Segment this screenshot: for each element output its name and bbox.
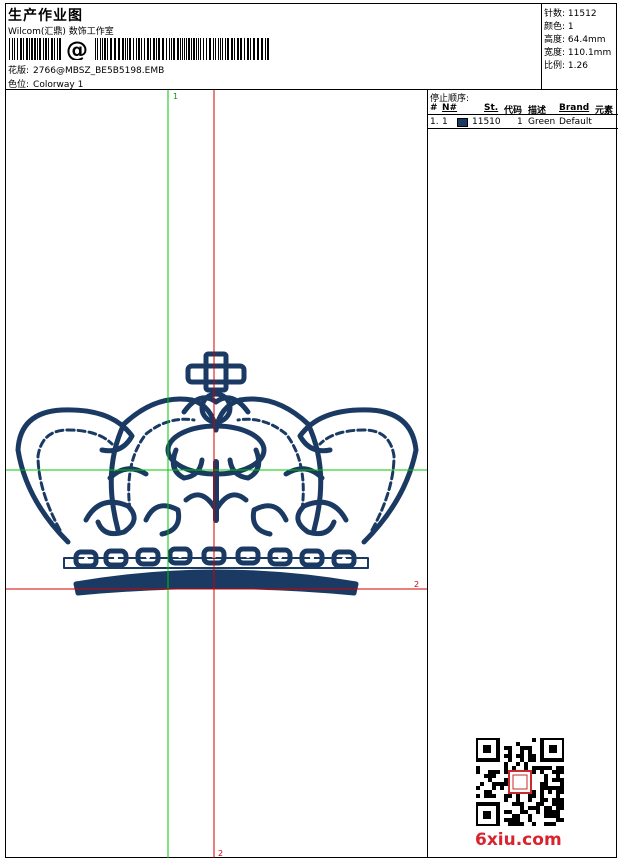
thread-swatch [457,118,468,127]
crown-embroidery: 1 2 2 [6,90,427,858]
stat-stitches: 针数: 11512 [544,9,597,19]
header: 生产作业图 Wilcom(汇鼎) 数饰工作室 @ 花版: 2766@MBSZ_BE… [6,4,618,90]
col-element: 元素 [595,106,614,116]
stat-ratio: 比例: 1.26 [544,61,588,71]
colorway-label: 色位: [8,80,30,90]
col-description: 描述 [528,106,547,116]
stop-table-header: # N# St. 代码 描述 Brand 元素 [428,102,618,116]
stat-height: 高度: 64.4mm [544,35,606,45]
site-watermark: 6xiu.com [475,830,562,850]
design-label: 花版: [8,66,30,76]
stat-colors: 颜色: 1 [544,22,574,32]
marker-right: 2 [414,580,419,589]
design-canvas: 1 2 2 [6,90,428,858]
col-stitches: St. [484,103,499,113]
page-title: 生产作业图 [8,8,83,24]
colorway-value: Colorway 1 [33,80,84,90]
marker-bottom: 2 [218,849,223,858]
qr-code [476,738,564,826]
table-row: 1. 1 11510 1 Green Default [428,116,618,129]
col-number: N# [442,103,458,113]
design-value: 2766@MBSZ_BE5B5198.EMB [33,66,165,76]
row-description: Green [528,117,556,127]
barcode: @ [9,38,269,60]
company-name: Wilcom(汇鼎) 数饰工作室 [8,27,114,37]
row-number: 1 [442,117,448,127]
row-index: 1. [430,117,439,127]
row-code: 1 [517,117,523,127]
stat-width: 宽度: 110.1mm [544,48,612,58]
row-stitches: 11510 [472,117,501,127]
col-index: # [430,103,438,113]
stats-panel: 针数: 11512 颜色: 1 高度: 64.4mm 宽度: 110.1mm 比… [541,4,618,90]
colorway-row: 色位: Colorway 1 [8,77,83,90]
design-row: 花版: 2766@MBSZ_BE5B5198.EMB [8,63,164,76]
col-brand: Brand [559,103,590,113]
qr-logo-icon [508,770,532,794]
col-code: 代码 [504,106,523,116]
header-info: 生产作业图 Wilcom(汇鼎) 数饰工作室 @ 花版: 2766@MBSZ_BE… [6,4,541,90]
barcode-char: @ [66,38,88,60]
production-sheet: 生产作业图 Wilcom(汇鼎) 数饰工作室 @ 花版: 2766@MBSZ_BE… [5,3,618,858]
marker-top: 1 [173,92,178,101]
row-brand: Default [559,117,592,127]
